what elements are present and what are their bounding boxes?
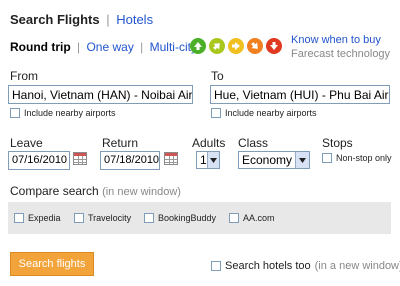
nonstop-label: Non-stop only — [336, 153, 392, 163]
aa-checkbox[interactable] — [229, 213, 239, 223]
expedia-checkbox[interactable] — [14, 213, 24, 223]
know-when-to-buy-link[interactable]: Know when to buy — [291, 34, 381, 46]
adults-value: 1 — [200, 153, 207, 167]
expedia-label: Expedia — [28, 213, 61, 223]
compare-title-text: Compare search — [10, 184, 99, 198]
tab-separator: | — [106, 12, 110, 27]
stops-label: Stops — [322, 136, 353, 150]
to-nearby-label: Include nearby airports — [225, 108, 317, 118]
compare-note: (in new window) — [102, 186, 181, 198]
round-trip-option[interactable]: Round trip — [10, 40, 71, 54]
tab-flights[interactable]: Search Flights — [10, 12, 100, 27]
class-value: Economy — [242, 153, 293, 167]
search-hotels-too-row[interactable]: Search hotels too (in a new window) — [211, 260, 400, 272]
return-date-input[interactable]: 07/18/2010 — [100, 151, 160, 170]
compare-search-title: Compare search (in new window) — [10, 184, 181, 198]
search-hotels-too-checkbox[interactable] — [211, 261, 221, 271]
to-label: To — [211, 69, 224, 83]
yellow-green-up-right-arrow-icon — [209, 38, 225, 54]
compare-site-bookingbuddy[interactable]: BookingBuddy — [144, 213, 216, 223]
to-input[interactable]: Hue, Vietnam (HUI) - Phu Bai Airport — [210, 85, 390, 104]
class-dropdown-arrow-icon — [295, 152, 309, 168]
leave-date-input[interactable]: 07/16/2010 — [8, 151, 70, 170]
aa-label: AA.com — [243, 213, 275, 223]
from-nearby-checkbox[interactable] — [10, 108, 20, 118]
tab-hotels[interactable]: Hotels — [116, 12, 153, 27]
adults-select[interactable]: 1 — [196, 151, 220, 169]
green-up-arrow-icon — [190, 38, 206, 54]
compare-site-aa[interactable]: AA.com — [229, 213, 275, 223]
mode-separator: | — [77, 40, 81, 54]
farecast-caption: Farecast technology — [291, 48, 391, 60]
adults-dropdown-arrow-icon — [206, 152, 219, 168]
travelocity-checkbox[interactable] — [74, 213, 84, 223]
compare-site-travelocity[interactable]: Travelocity — [74, 213, 131, 223]
nonstop-checkbox[interactable] — [322, 153, 332, 163]
orange-down-right-arrow-icon — [247, 38, 263, 54]
leave-label: Leave — [10, 136, 43, 150]
mode-separator: | — [140, 40, 144, 54]
to-nearby-checkbox[interactable] — [211, 108, 221, 118]
trip-mode-selector: Round trip | One way | Multi-city — [10, 40, 197, 54]
return-label: Return — [102, 136, 139, 150]
farecast-arrows[interactable] — [190, 38, 282, 54]
adults-label: Adults — [192, 136, 226, 150]
travelocity-label: Travelocity — [88, 213, 132, 223]
nonstop-checkbox-row[interactable]: Non-stop only — [322, 153, 392, 163]
bookingbuddy-checkbox[interactable] — [144, 213, 154, 223]
class-label: Class — [238, 136, 269, 150]
search-flights-button[interactable]: Search flights — [10, 252, 94, 276]
one-way-link[interactable]: One way — [86, 40, 133, 54]
from-input[interactable]: Hanoi, Vietnam (HAN) - Noibai Airport — [8, 85, 193, 104]
from-nearby-checkbox-row[interactable]: Include nearby airports — [10, 108, 116, 118]
to-nearby-checkbox-row[interactable]: Include nearby airports — [211, 108, 317, 118]
from-label: From — [10, 69, 38, 83]
from-nearby-label: Include nearby airports — [24, 108, 116, 118]
compare-site-expedia[interactable]: Expedia — [14, 213, 61, 223]
return-calendar-icon[interactable] — [164, 152, 178, 165]
hotels-new-window-note: (in a new window) — [314, 260, 400, 272]
class-select[interactable]: Economy — [238, 151, 310, 169]
search-tabs: Search Flights | Hotels — [10, 12, 153, 27]
bookingbuddy-label: BookingBuddy — [158, 213, 217, 223]
red-down-arrow-icon — [266, 38, 282, 54]
search-hotels-too-label: Search hotels too — [225, 260, 311, 272]
leave-calendar-icon[interactable] — [73, 152, 87, 165]
yellow-right-arrow-icon — [228, 38, 244, 54]
